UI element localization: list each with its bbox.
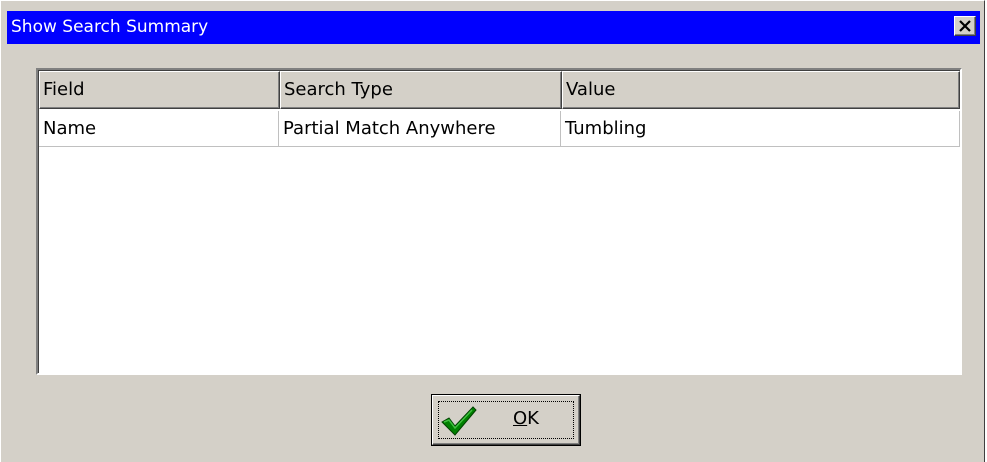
- ok-button[interactable]: OK: [431, 394, 581, 446]
- column-header-search-type[interactable]: Search Type: [280, 71, 562, 109]
- cell-value[interactable]: Tumbling: [561, 111, 960, 147]
- close-button[interactable]: [954, 16, 976, 36]
- column-header-field[interactable]: Field: [39, 71, 280, 109]
- checkmark-icon: [441, 406, 477, 436]
- window-title: Show Search Summary: [11, 17, 209, 37]
- search-summary-grid[interactable]: Field Search Type Value Name Partial Mat…: [36, 68, 962, 375]
- ok-label: OK: [513, 408, 539, 429]
- dialog-window: Show Search Summary Field Search Type Va…: [0, 0, 985, 462]
- cell-field[interactable]: Name: [39, 111, 279, 147]
- title-bar[interactable]: Show Search Summary: [7, 11, 980, 44]
- grid-header: Field Search Type Value: [39, 71, 960, 110]
- close-icon: [959, 20, 971, 32]
- column-header-value[interactable]: Value: [562, 71, 960, 109]
- table-row[interactable]: Name Partial Match Anywhere Tumbling: [39, 111, 960, 147]
- cell-search-type[interactable]: Partial Match Anywhere: [279, 111, 561, 147]
